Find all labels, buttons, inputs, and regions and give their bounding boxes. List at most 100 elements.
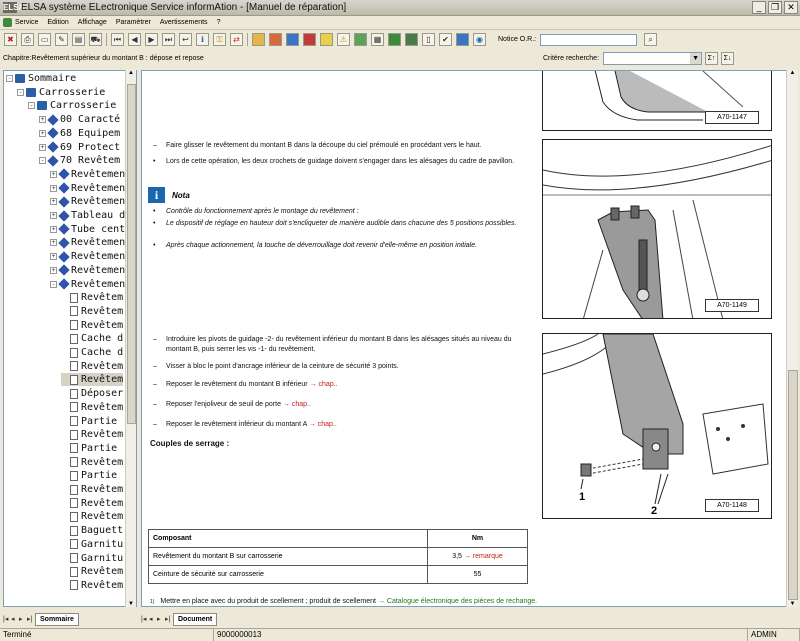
tree-item[interactable]: + Revêtemen — [50, 264, 125, 277]
expand-icon[interactable]: + — [50, 225, 57, 233]
tree-item[interactable]: Revêtem — [61, 510, 123, 523]
tree-item[interactable]: Revêtem — [61, 291, 123, 304]
blue-book-icon[interactable] — [456, 33, 469, 46]
tree-item[interactable]: - Sommaire — [6, 72, 76, 85]
collapse-icon[interactable]: - — [6, 75, 13, 82]
search-down-button[interactable]: Σ↓ — [721, 52, 735, 65]
tree-item[interactable]: Revêtem — [61, 565, 123, 578]
tree-item[interactable]: Revêtem — [61, 319, 123, 332]
print-icon[interactable]: ⎙ — [21, 33, 34, 46]
menu-affichage[interactable]: Affichage — [78, 19, 107, 26]
tab-first-icon[interactable]: |◂ — [141, 615, 149, 623]
tree-scroll-thumb[interactable] — [127, 84, 136, 424]
next-icon[interactable]: ▶ — [145, 33, 158, 46]
back-icon[interactable]: ↩ — [179, 33, 192, 46]
folder-icon[interactable]: ▤ — [72, 33, 85, 46]
tree-item[interactable]: + Revêtemen — [50, 195, 125, 208]
tree-item[interactable]: Partie — [61, 415, 117, 428]
tree-item[interactable]: + Tube cent — [50, 223, 125, 236]
info-icon[interactable]: ℹ — [196, 33, 209, 46]
expand-icon[interactable]: + — [50, 198, 57, 206]
app-menu-icon[interactable] — [3, 18, 12, 27]
vehicle-icon[interactable] — [405, 33, 418, 46]
tree-item[interactable]: + Revêtemen — [50, 250, 125, 263]
expand-icon[interactable]: + — [50, 239, 57, 247]
exit-icon[interactable]: ✖ — [4, 33, 17, 46]
catalog-link[interactable]: → Catalogue électronique des pièces de r… — [378, 598, 537, 605]
tree-item[interactable]: Revêtem — [61, 497, 123, 510]
tree-item[interactable]: - Carrosserie — [28, 99, 116, 112]
collapse-icon[interactable]: - — [17, 88, 24, 96]
chapter-link[interactable]: → chap.. — [310, 381, 338, 388]
tree-item[interactable]: Revêtem — [61, 401, 123, 414]
tree-item[interactable]: + Tableau d — [50, 209, 125, 222]
tools-icon[interactable] — [303, 33, 316, 46]
close-button[interactable]: ✕ — [784, 1, 798, 14]
car-icon[interactable]: ⛟ — [89, 33, 102, 46]
tab-last-icon[interactable]: ▸| — [27, 615, 35, 623]
previous-icon[interactable]: ◀ — [128, 33, 141, 46]
tab-next-icon[interactable]: ▸ — [157, 615, 165, 623]
tab-prev-icon[interactable]: ◂ — [149, 615, 157, 623]
menu-avertissements[interactable]: Avertissements — [160, 19, 208, 26]
criteria-select[interactable]: ▼ — [603, 52, 703, 65]
chevron-down-icon[interactable]: ▼ — [690, 53, 702, 64]
expand-icon[interactable]: + — [50, 212, 57, 219]
sync-icon[interactable]: ⇄ — [230, 33, 243, 46]
warning-icon[interactable]: ⚠ — [337, 33, 350, 46]
menu-help[interactable]: ? — [217, 19, 221, 26]
tab-sommaire[interactable]: Sommaire — [35, 612, 79, 626]
menu-parametrer[interactable]: Paramètrer — [116, 19, 151, 26]
search-up-button[interactable]: Σ↑ — [705, 52, 719, 65]
tree-item[interactable]: Revêtem — [61, 373, 124, 387]
tree-item[interactable]: Partie — [61, 469, 117, 482]
notice-input[interactable] — [540, 33, 638, 46]
tree-item[interactable]: Partie — [61, 442, 117, 455]
expand-icon[interactable]: + — [50, 266, 57, 274]
tree-item[interactable]: Revêtem — [61, 428, 123, 441]
tree-item[interactable]: - Revêtemen — [50, 278, 125, 291]
expand-icon[interactable]: + — [39, 116, 46, 124]
data-icon[interactable] — [320, 33, 333, 46]
check-icon[interactable]: ✔ — [439, 33, 452, 46]
tab-next-icon[interactable]: ▸ — [19, 615, 27, 623]
document-icon[interactable]: ▯ — [422, 33, 435, 46]
document-scroll-thumb[interactable] — [788, 370, 798, 600]
collapse-icon[interactable]: - — [28, 102, 35, 110]
edit-icon[interactable]: ✎ — [55, 33, 68, 46]
tree-item[interactable]: Revêtem — [61, 456, 123, 469]
tree-item[interactable]: Déposer — [61, 387, 123, 400]
expand-icon[interactable]: + — [39, 129, 46, 137]
tree-item[interactable]: + Revêtemen — [50, 236, 125, 249]
wiring-icon[interactable] — [286, 33, 299, 46]
collapse-icon[interactable]: - — [50, 280, 57, 288]
manual-icon[interactable] — [252, 33, 265, 46]
menu-edition[interactable]: Edition — [47, 19, 68, 26]
expand-icon[interactable]: + — [50, 184, 57, 192]
tree-item[interactable]: Revêtem — [61, 305, 123, 318]
tree-item[interactable]: - 70 Revêtem — [39, 154, 120, 167]
tree-item[interactable]: + Revêtemen — [50, 168, 125, 181]
tree-item[interactable]: Cache d — [61, 332, 123, 345]
tree-item[interactable]: +69 Protect — [39, 141, 120, 154]
tree-item[interactable]: Garnitu — [61, 552, 123, 565]
green-book-icon[interactable] — [388, 33, 401, 46]
expand-icon[interactable]: + — [50, 170, 57, 178]
last-icon[interactable]: ⏭ — [162, 33, 175, 46]
document-scrollbar[interactable]: ▲ ▼ — [786, 70, 798, 607]
chapter-link[interactable]: → chap.. — [309, 421, 337, 428]
collapse-icon[interactable]: - — [39, 157, 46, 165]
expand-icon[interactable]: + — [50, 253, 57, 261]
tab-last-icon[interactable]: ▸| — [165, 615, 173, 623]
catalog-icon[interactable] — [269, 33, 282, 46]
tree-scrollbar[interactable]: ▲ ▼ — [125, 70, 136, 607]
chapter-link[interactable]: → chap.. — [283, 401, 311, 408]
expand-icon[interactable]: + — [39, 143, 46, 151]
lookup-icon[interactable]: ⌕ — [644, 33, 658, 46]
minimize-button[interactable]: _ — [752, 1, 766, 14]
key-icon[interactable]: ⚿ — [213, 33, 226, 46]
tree-item[interactable]: Baguett — [61, 524, 123, 537]
first-icon[interactable]: ⏮ — [111, 33, 124, 46]
tab-prev-icon[interactable]: ◂ — [11, 615, 19, 623]
tree-item[interactable]: Revêtem — [61, 483, 123, 496]
